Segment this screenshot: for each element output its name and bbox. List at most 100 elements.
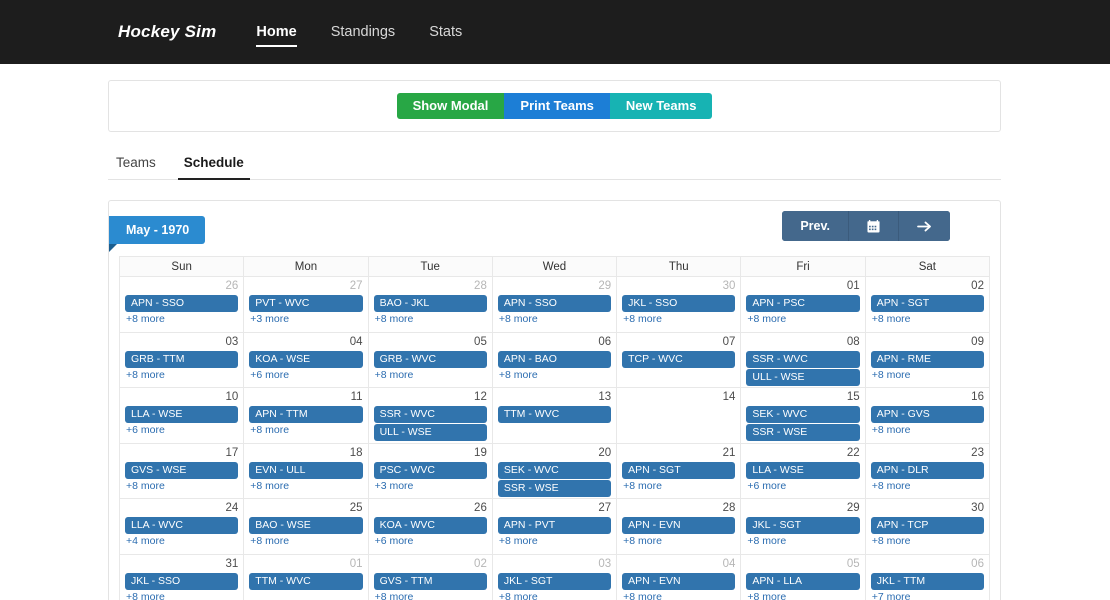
calendar-day-cell[interactable]: 03GRB - TTM+8 more	[120, 333, 244, 389]
calendar-event-chip[interactable]: APN - SGT	[871, 295, 984, 312]
calendar-day-cell[interactable]: 13TTM - WVC	[493, 388, 617, 444]
calendar-day-cell[interactable]: 30 JKL - SSO+8 more	[617, 277, 741, 333]
calendar-day-cell[interactable]: 21APN - SGT+8 more	[617, 444, 741, 500]
more-events-link[interactable]: +8 more	[374, 591, 487, 600]
day-number[interactable]: 26	[374, 502, 487, 515]
day-number[interactable]: 06	[871, 558, 984, 571]
nav-link-standings[interactable]: Standings	[331, 0, 396, 64]
more-events-link[interactable]: +8 more	[622, 535, 735, 548]
calendar-day-cell[interactable]: 12SSR - WVCULL - WSE	[369, 388, 493, 444]
calendar-event-chip[interactable]: SSR - WVC	[374, 406, 487, 423]
calendar-event-chip[interactable]: KOA - WVC	[374, 517, 487, 534]
more-events-link[interactable]: +8 more	[498, 313, 611, 326]
calendar-day-cell[interactable]: 05 APN - LLA+8 more	[741, 555, 865, 600]
calendar-day-cell[interactable]: 10LLA - WSE+6 more	[120, 388, 244, 444]
calendar-event-chip[interactable]: APN - LLA	[746, 573, 859, 590]
calendar-day-cell[interactable]: 30APN - TCP+8 more	[866, 499, 990, 555]
calendar-event-chip[interactable]: PVT - WVC	[249, 295, 362, 312]
calendar-event-chip[interactable]: BAO - WSE	[249, 517, 362, 534]
more-events-link[interactable]: +6 more	[249, 369, 362, 382]
day-number[interactable]: 24	[125, 502, 238, 515]
calendar-event-chip[interactable]: JKL - SGT	[498, 573, 611, 590]
calendar-event-chip[interactable]: JKL - SSO	[125, 573, 238, 590]
calendar-day-cell[interactable]: 27PVT - WVC+3 more	[244, 277, 368, 333]
day-number[interactable]: 25	[249, 502, 362, 515]
day-number[interactable]: 23	[871, 447, 984, 460]
more-events-link[interactable]: +8 more	[249, 535, 362, 548]
calendar-event-chip[interactable]: APN - EVN	[622, 517, 735, 534]
calendar-event-chip[interactable]: ULL - WSE	[746, 369, 859, 386]
calendar-day-cell[interactable]: 11APN - TTM+8 more	[244, 388, 368, 444]
day-number[interactable]: 03	[498, 558, 611, 571]
calendar-event-chip[interactable]: EVN - ULL	[249, 462, 362, 479]
more-events-link[interactable]: +8 more	[871, 480, 984, 493]
calendar-event-chip[interactable]: JKL - SSO	[622, 295, 735, 312]
day-number[interactable]: 21	[622, 447, 735, 460]
calendar-day-cell[interactable]: 18EVN - ULL+8 more	[244, 444, 368, 500]
day-number[interactable]: 09	[871, 336, 984, 349]
calendar-event-chip[interactable]: SSR - WVC	[746, 351, 859, 368]
day-number[interactable]: 04	[622, 558, 735, 571]
calendar-event-chip[interactable]: APN - PSC	[746, 295, 859, 312]
more-events-link[interactable]: +8 more	[871, 369, 984, 382]
more-events-link[interactable]: +8 more	[249, 424, 362, 437]
more-events-link[interactable]: +8 more	[498, 369, 611, 382]
calendar-next-button[interactable]	[898, 211, 950, 241]
calendar-event-chip[interactable]: LLA - WVC	[125, 517, 238, 534]
calendar-day-cell[interactable]: 25 BAO - WSE+8 more	[244, 499, 368, 555]
day-number[interactable]: 16	[871, 391, 984, 404]
calendar-day-cell[interactable]: 14	[617, 388, 741, 444]
day-number[interactable]: 01	[249, 558, 362, 571]
more-events-link[interactable]: +4 more	[125, 535, 238, 548]
day-number[interactable]: 28	[622, 502, 735, 515]
day-number[interactable]: 15	[746, 391, 859, 404]
more-events-link[interactable]: +6 more	[374, 535, 487, 548]
more-events-link[interactable]: +8 more	[125, 369, 238, 382]
calendar-day-cell[interactable]: 01APN - PSC+8 more	[741, 277, 865, 333]
calendar-event-chip[interactable]: JKL - TTM	[871, 573, 984, 590]
more-events-link[interactable]: +8 more	[871, 535, 984, 548]
day-number[interactable]: 10	[125, 391, 238, 404]
calendar-event-chip[interactable]: APN - GVS	[871, 406, 984, 423]
day-number[interactable]: 29	[746, 502, 859, 515]
day-number[interactable]: 30	[622, 280, 735, 293]
day-number[interactable]: 05	[746, 558, 859, 571]
calendar-event-chip[interactable]: APN - EVN	[622, 573, 735, 590]
more-events-link[interactable]: +8 more	[622, 313, 735, 326]
day-number[interactable]: 12	[374, 391, 487, 404]
show-modal-button[interactable]: Show Modal	[397, 93, 505, 119]
calendar-prev-button[interactable]: Prev.	[782, 211, 848, 241]
calendar-day-cell[interactable]: 06APN - BAO+8 more	[493, 333, 617, 389]
calendar-event-chip[interactable]: GRB - TTM	[125, 351, 238, 368]
calendar-day-cell[interactable]: 26APN - SSO+8 more	[120, 277, 244, 333]
calendar-event-chip[interactable]: LLA - WSE	[746, 462, 859, 479]
more-events-link[interactable]: +8 more	[746, 591, 859, 600]
day-number[interactable]: 06	[498, 336, 611, 349]
day-number[interactable]: 13	[498, 391, 611, 404]
calendar-event-chip[interactable]: APN - DLR	[871, 462, 984, 479]
day-number[interactable]: 27	[249, 280, 362, 293]
more-events-link[interactable]: +8 more	[374, 369, 487, 382]
calendar-day-cell[interactable]: 19PSC - WVC+3 more	[369, 444, 493, 500]
day-number[interactable]: 19	[374, 447, 487, 460]
more-events-link[interactable]: +6 more	[746, 480, 859, 493]
calendar-day-cell[interactable]: 26 KOA - WVC+6 more	[369, 499, 493, 555]
day-number[interactable]: 20	[498, 447, 611, 460]
calendar-day-cell[interactable]: 22LLA - WSE+6 more	[741, 444, 865, 500]
day-number[interactable]: 02	[374, 558, 487, 571]
calendar-event-chip[interactable]: GVS - WSE	[125, 462, 238, 479]
calendar-day-cell[interactable]: 28 BAO - JKL+8 more	[369, 277, 493, 333]
day-number[interactable]: 04	[249, 336, 362, 349]
more-events-link[interactable]: +8 more	[374, 313, 487, 326]
calendar-day-cell[interactable]: 23 APN - DLR+8 more	[866, 444, 990, 500]
calendar-event-chip[interactable]: APN - SSO	[125, 295, 238, 312]
more-events-link[interactable]: +8 more	[746, 535, 859, 548]
calendar-day-cell[interactable]: 02GVS - TTM+8 more	[369, 555, 493, 600]
calendar-day-cell[interactable]: 29APN - SSO+8 more	[493, 277, 617, 333]
day-number[interactable]: 18	[249, 447, 362, 460]
day-number[interactable]: 14	[622, 391, 735, 404]
day-number[interactable]: 01	[746, 280, 859, 293]
more-events-link[interactable]: +8 more	[871, 313, 984, 326]
calendar-event-chip[interactable]: BAO - JKL	[374, 295, 487, 312]
day-number[interactable]: 28	[374, 280, 487, 293]
